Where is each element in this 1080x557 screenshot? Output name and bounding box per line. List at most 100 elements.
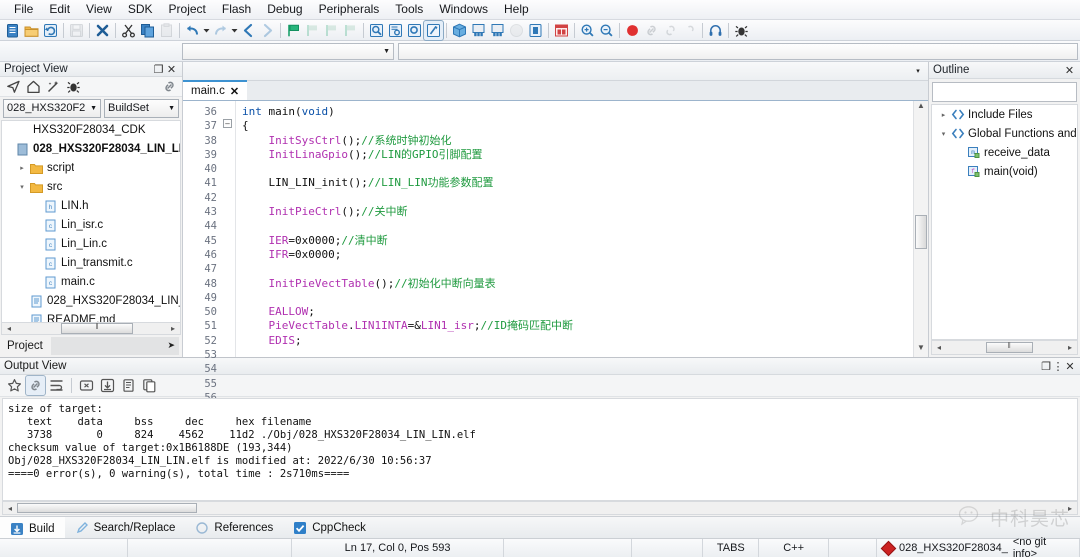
scroll-right-icon[interactable]: ▸ [1063,504,1077,513]
outline-row[interactable]: m receive_data [932,143,1077,162]
outline-row[interactable]: f main(void) [932,162,1077,181]
editor-tab-main-c[interactable]: main.c ✕ [183,80,248,100]
menu-item-view[interactable]: View [78,0,120,19]
stop-build-icon[interactable] [507,21,526,40]
menu-item-debug[interactable]: Debug [259,0,310,19]
new-file-icon[interactable] [3,21,22,40]
menu-item-peripherals[interactable]: Peripherals [311,0,388,19]
bug-icon[interactable] [732,21,751,40]
back-icon[interactable] [239,21,258,40]
disconnect-icon[interactable] [680,21,699,40]
bookmark-next-icon[interactable] [322,21,341,40]
close-icon[interactable]: ✕ [165,63,178,76]
menu-item-help[interactable]: Help [496,0,537,19]
clear-output-icon[interactable] [77,376,96,395]
tree-twisty-icon[interactable]: ▾ [938,130,949,138]
forward-icon[interactable] [258,21,277,40]
tree-row[interactable]: 028_HXS320F28034_LIN_LIN (v1.0 [2,140,180,159]
scroll-left-icon[interactable]: ◂ [3,504,17,513]
tree-row[interactable]: README.md [2,311,180,322]
nav-combo[interactable]: ▼ [182,42,394,60]
tree-row[interactable]: c Lin_Lin.c [2,235,180,254]
copy-output-icon[interactable] [119,376,138,395]
close-x-icon[interactable] [93,21,112,40]
target-options-icon[interactable] [552,21,571,40]
tree-row[interactable]: c Lin_isr.c [2,216,180,235]
favorite-star-icon[interactable] [5,376,24,395]
refresh-icon[interactable] [41,21,60,40]
tree-row[interactable]: ▸ script [2,159,180,178]
outline-row[interactable]: ▾ Global Functions and V [932,124,1077,143]
code-folding-bar[interactable]: – [221,101,235,357]
rebuild-icon[interactable] [469,21,488,40]
tree-twisty-icon[interactable]: ▸ [16,164,28,172]
menu-item-file[interactable]: File [6,0,41,19]
menu-item-windows[interactable]: Windows [431,0,496,19]
find-in-files-icon[interactable] [386,21,405,40]
tree-row[interactable]: c main.c [2,273,180,292]
outline-row[interactable]: ▸ Include Files [932,105,1077,124]
zoom-out-icon[interactable] [597,21,616,40]
outline-search-input[interactable] [932,82,1077,102]
find-next-icon[interactable] [405,21,424,40]
find-icon[interactable] [367,21,386,40]
menu-item-edit[interactable]: Edit [41,0,78,19]
link-icon[interactable] [642,21,661,40]
bookmark-clear-icon[interactable] [341,21,360,40]
hscroll-track[interactable] [16,322,166,334]
scroll-down-icon[interactable]: ▼ [914,343,928,357]
scroll-up-icon[interactable]: ▲ [914,101,928,115]
overflow-menu-icon[interactable]: ⋮ [1052,360,1064,373]
bookmark-prev-icon[interactable] [303,21,322,40]
undo-dropdown-icon[interactable] [202,21,211,40]
tree-row[interactable]: h LIN.h [2,197,180,216]
tree-row[interactable]: c Lin_transmit.c [2,254,180,273]
bookmark-flag-icon[interactable] [284,21,303,40]
code-viewport[interactable]: int main(void){ InitSysCtrl();//系统时钟初始化 … [235,101,913,357]
link-icon[interactable] [25,375,46,396]
toolbar-search-input[interactable] [398,42,1078,60]
link-icon[interactable] [160,77,178,95]
tree-row[interactable]: ▾ src [2,178,180,197]
headphones-icon[interactable] [706,21,725,40]
batch-build-icon[interactable] [488,21,507,40]
hscroll-thumb[interactable] [17,503,197,513]
save-icon[interactable] [67,21,86,40]
fold-toggle-icon[interactable]: – [223,119,232,128]
undo-icon[interactable] [183,21,202,40]
output-hscrollbar[interactable]: ◂ ▸ [2,501,1078,515]
wrap-lines-icon[interactable] [47,376,66,395]
menu-item-project[interactable]: Project [161,0,214,19]
outline-tree[interactable]: ▸ Include Files ▾ Global Functions and V m re… [931,104,1078,340]
scroll-right-icon[interactable]: ▸ [1063,343,1077,352]
tree-twisty-icon[interactable]: ▾ [16,183,28,191]
home-icon[interactable] [24,77,42,95]
project-tree[interactable]: HXS320F28034_CDK 028_HXS320F28034_LIN_LIN… [1,119,181,322]
paste-icon[interactable] [157,21,176,40]
bottom-tab-searchreplace[interactable]: Search/Replace [65,517,186,539]
cut-scissors-icon[interactable] [119,21,138,40]
magic-wand-icon[interactable] [44,77,62,95]
open-folder-icon[interactable] [22,21,41,40]
scroll-left-icon[interactable]: ◂ [932,343,946,352]
bug-icon[interactable] [64,77,82,95]
close-icon[interactable]: ✕ [1064,360,1076,373]
tree-row[interactable]: 028_HXS320F28034_LIN_LIN.txt [2,292,180,311]
copy-all-icon[interactable] [140,376,159,395]
compile-file-icon[interactable] [423,19,444,41]
editor-vscrollbar[interactable]: ▲ ▼ [913,101,928,357]
build-icon[interactable] [450,21,469,40]
close-icon[interactable]: ✕ [230,85,239,98]
bottom-tab-cppcheck[interactable]: CppCheck [283,517,376,539]
output-log-text[interactable]: size of target: text data bss dec hex fi… [2,398,1078,501]
scroll-right-icon[interactable]: ▸ [166,324,180,333]
bottom-tab-build[interactable]: Build [0,516,65,539]
zoom-in-icon[interactable] [578,21,597,40]
buildset-combo[interactable]: BuildSet ▼ [104,98,179,118]
record-icon[interactable] [623,21,642,40]
editor-tablist-chevron-icon[interactable]: ▾ [910,67,926,75]
code-content[interactable]: int main(void){ InitSysCtrl();//系统时钟初始化 … [236,101,913,357]
tree-twisty-icon[interactable]: ▸ [938,111,949,119]
hscroll-thumb[interactable] [61,322,133,334]
redo-dropdown-icon[interactable] [230,21,239,40]
